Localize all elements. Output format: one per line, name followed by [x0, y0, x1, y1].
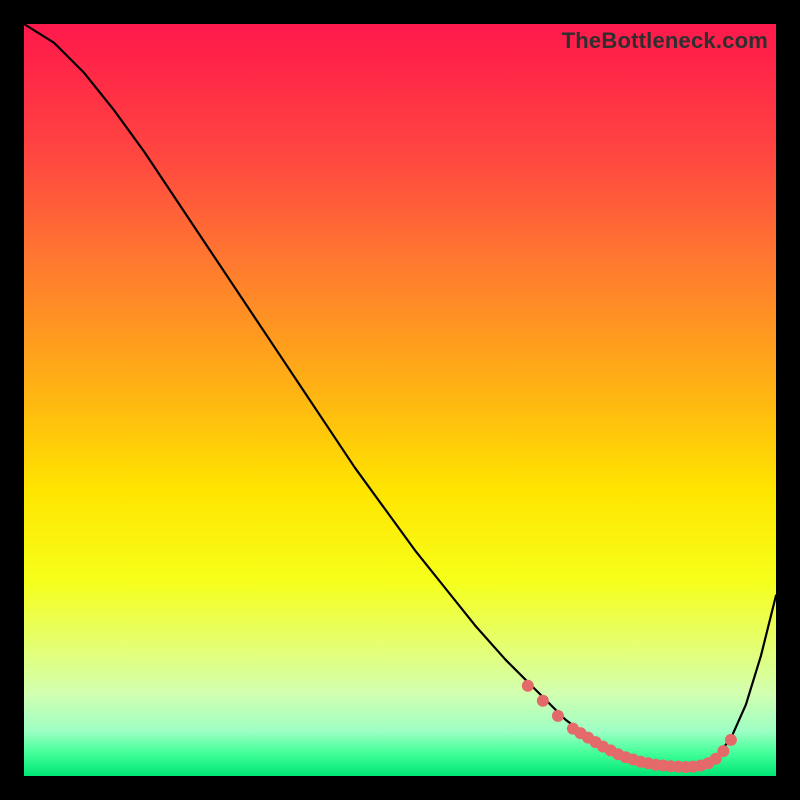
marker-dot [537, 695, 549, 707]
curve-line [24, 24, 776, 767]
marker-dot [725, 734, 737, 746]
chart-svg [24, 24, 776, 776]
plot-area: TheBottleneck.com [24, 24, 776, 776]
marker-group [522, 680, 737, 773]
marker-dot [522, 680, 534, 692]
chart-container: TheBottleneck.com [0, 0, 800, 800]
marker-dot [552, 710, 564, 722]
marker-dot [717, 745, 729, 757]
